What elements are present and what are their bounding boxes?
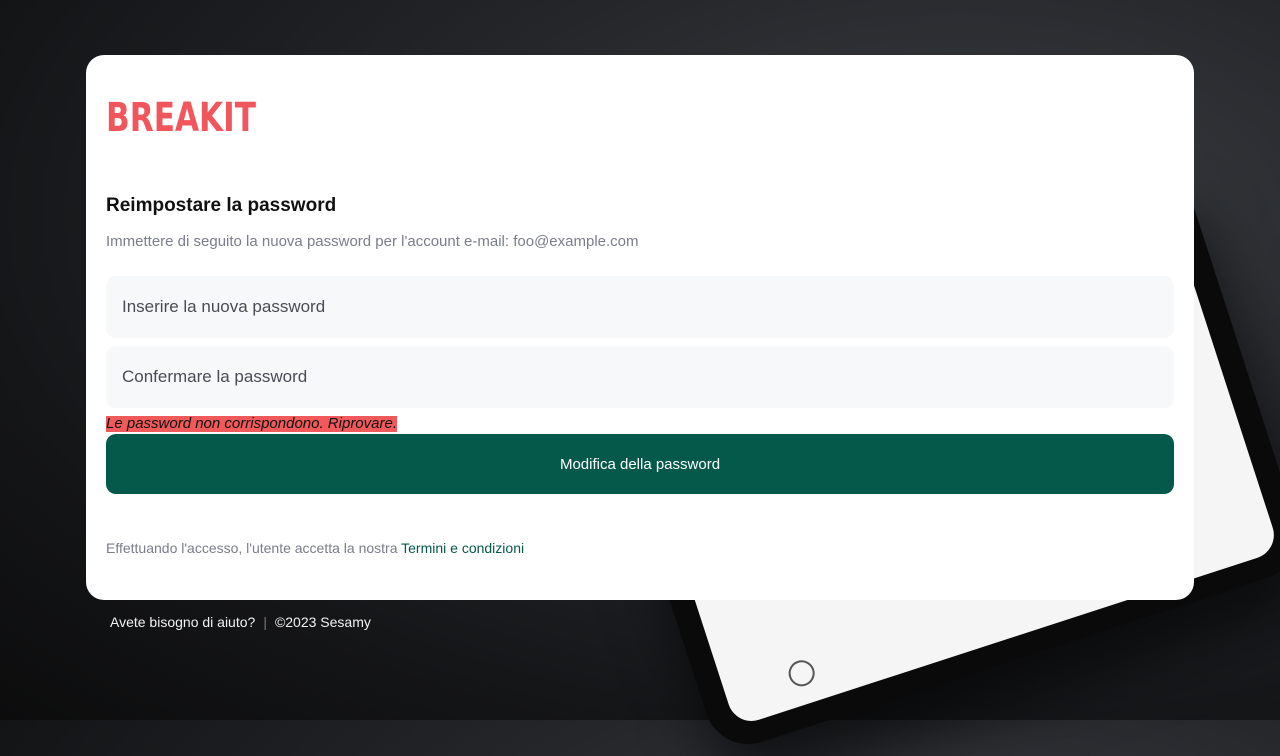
help-link[interactable]: Avete bisogno di aiuto?	[110, 614, 255, 630]
terms-notice: Effettuando l'accesso, l'utente accetta …	[106, 540, 1174, 556]
footer-separator: |	[263, 614, 267, 630]
error-message: Le password non corrispondono. Riprovare…	[106, 415, 397, 432]
reset-password-card: BREAKIT Reimpostare la password Immetter…	[86, 55, 1194, 600]
breakit-logo: BREAKIT	[106, 95, 256, 133]
terms-link[interactable]: Termini e condizioni	[401, 540, 524, 556]
terms-prefix: Effettuando l'accesso, l'utente accetta …	[106, 540, 398, 556]
page-title: Reimpostare la password	[106, 195, 337, 216]
breakit-logo-text: BREAKIT	[106, 95, 256, 133]
change-password-button[interactable]: Modifica della password	[106, 434, 1174, 494]
confirm-password-input[interactable]	[106, 346, 1174, 408]
new-password-input[interactable]	[106, 276, 1174, 338]
footer: Avete bisogno di aiuto? | ©2023 Sesamy	[110, 614, 371, 630]
page-subtitle: Immettere di seguito la nuova password p…	[106, 233, 639, 250]
copyright: ©2023 Sesamy	[274, 614, 371, 630]
